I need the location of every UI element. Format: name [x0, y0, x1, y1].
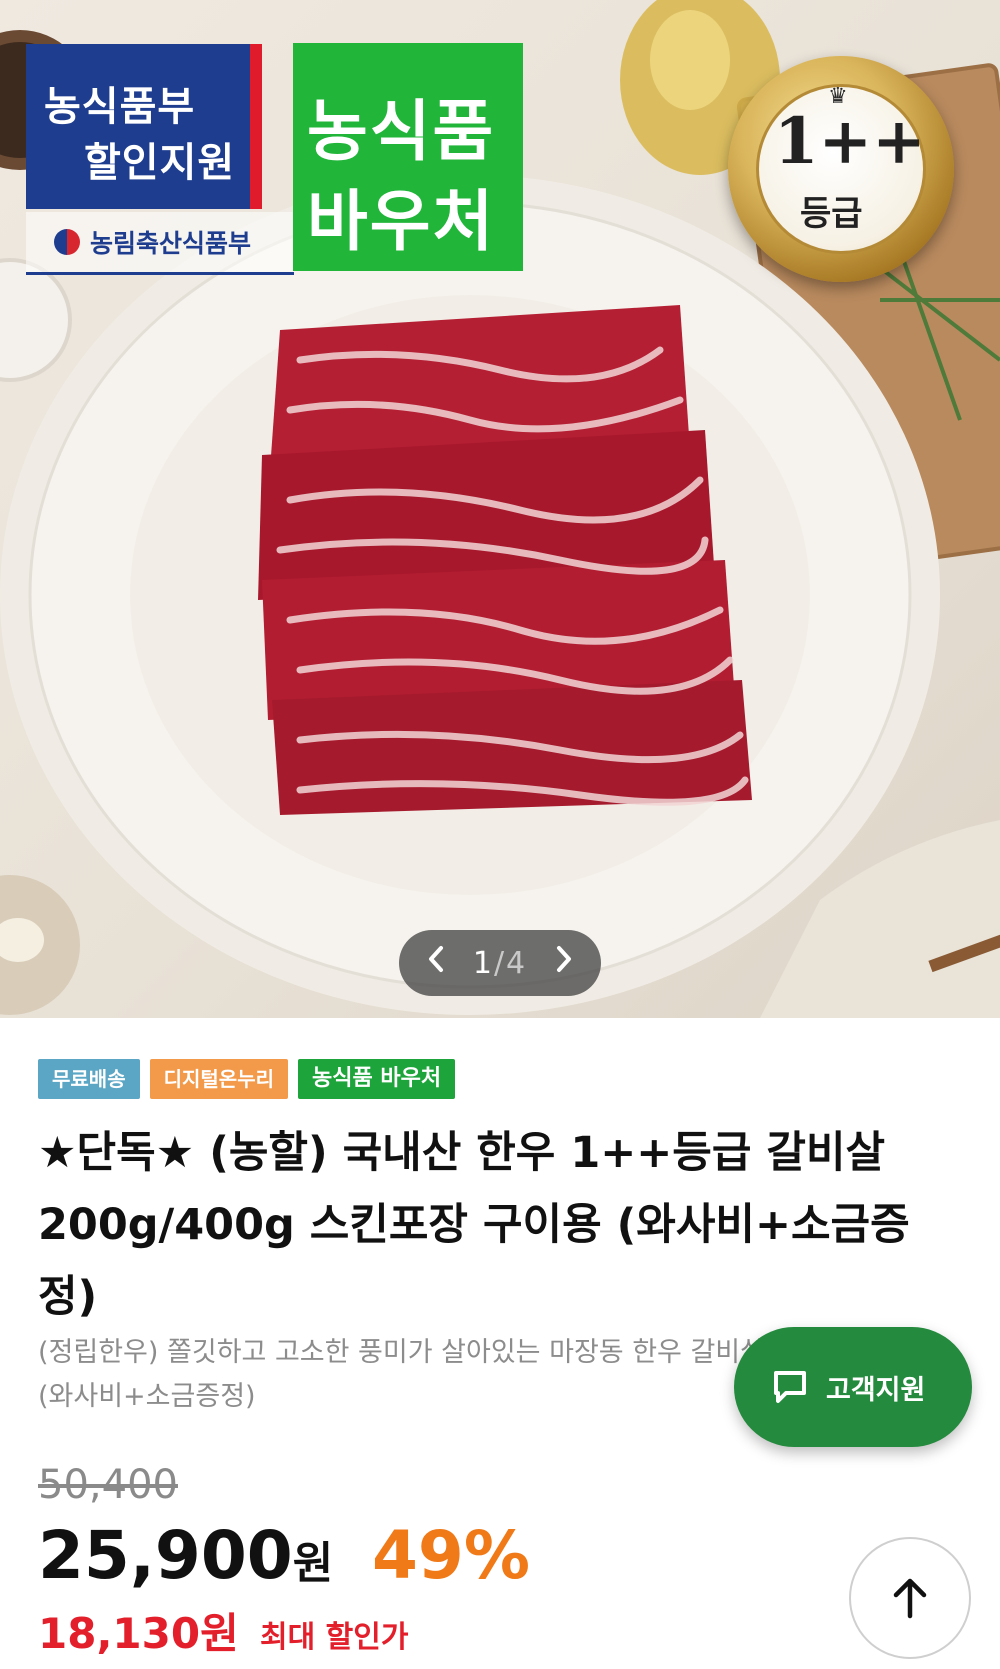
- gov-badge-line2: 할인지원: [84, 140, 236, 186]
- gov-discount-badge: 농식품부 할인지원: [26, 44, 262, 209]
- pager-current: 1: [472, 945, 494, 981]
- voucher-badge-line2: 바우처: [307, 183, 496, 260]
- korea-emblem-icon: [54, 229, 80, 255]
- voucher-badge: 농식품 바우처: [293, 43, 523, 271]
- pager-count: 1/4: [473, 946, 527, 981]
- ministry-name: 농림축산식품부: [90, 229, 252, 258]
- product-subtitle: (정립한우) 쫄깃하고 고소한 풍미가 살아있는 마장동 한우 갈비살 (와사비…: [38, 1337, 765, 1412]
- product-image-carousel[interactable]: 농식품부 할인지원 농림축산식품부 농식품 바우처 ♛ 1++ 등급 1/4: [0, 0, 1000, 1018]
- tag-free-shipping: 무료배송: [38, 1059, 140, 1099]
- discount-rate: 49%: [372, 1517, 530, 1594]
- chevron-right-icon[interactable]: [555, 945, 573, 981]
- max-discount-label: 최대 할인가: [260, 1620, 409, 1655]
- support-label: 고객지원: [826, 1374, 926, 1406]
- scroll-top-button[interactable]: [849, 1537, 971, 1659]
- grade-value: 1++: [774, 104, 926, 179]
- chevron-left-icon[interactable]: [427, 945, 445, 981]
- original-price: 50,400: [38, 1462, 178, 1508]
- grade-label: 등급: [800, 194, 863, 234]
- voucher-badge-line1: 농식품: [307, 93, 496, 170]
- arrow-up-icon: [893, 1578, 927, 1619]
- customer-support-button[interactable]: 고객지원: [734, 1327, 972, 1447]
- tag-digital-onnuri: 디지털온누리: [149, 1059, 289, 1099]
- gov-badge-line1: 농식품부: [44, 84, 196, 130]
- grade-seal: ♛ 1++ 등급: [728, 56, 954, 282]
- current-price-value: 25,900: [38, 1517, 293, 1594]
- currency-unit: 원: [292, 1538, 334, 1589]
- image-pager: 1/4: [399, 930, 601, 996]
- product-tags: 무료배송 디지털온누리 농식품 바우처: [38, 1059, 456, 1099]
- current-price: 25,900원: [38, 1517, 333, 1594]
- chat-icon: [774, 1371, 806, 1403]
- tag-voucher: 농식품 바우처: [298, 1059, 456, 1099]
- product-title: ★단독★ (농할) 국내산 한우 1++등급 갈비살 200g/400g 스킨포…: [38, 1128, 910, 1322]
- max-discount-price: 18,130원: [38, 1609, 239, 1658]
- ministry-logo: 농림축산식품부: [26, 212, 294, 275]
- pager-total: 4: [506, 945, 528, 981]
- pager-separator: /: [493, 945, 507, 981]
